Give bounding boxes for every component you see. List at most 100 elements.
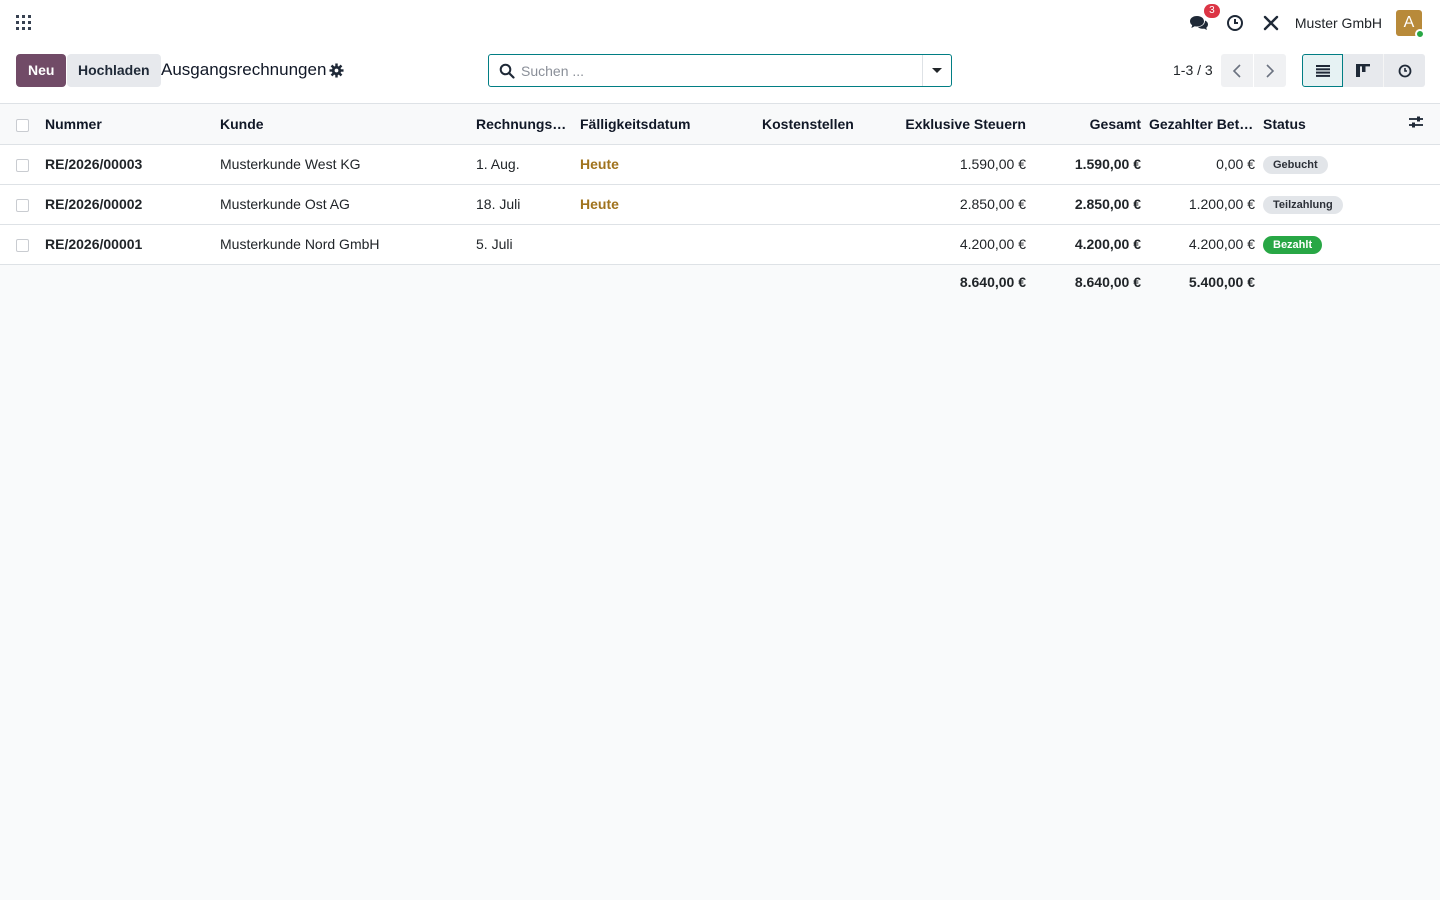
select-all-checkbox[interactable] bbox=[16, 118, 29, 132]
gear-icon[interactable] bbox=[329, 63, 344, 78]
activity-clock-icon[interactable] bbox=[1223, 11, 1247, 35]
invoice-table: Nummer Kunde Rechnungsdatum Fälligkeitsd… bbox=[0, 104, 1440, 300]
status-badge: Bezahlt bbox=[1263, 235, 1323, 254]
header-number[interactable]: Nummer bbox=[41, 104, 216, 145]
row-checkbox[interactable] bbox=[16, 198, 29, 212]
cell-customer: Musterkunde Nord GmbH bbox=[220, 236, 380, 252]
select-all-cell bbox=[0, 104, 41, 145]
new-button[interactable]: Neu bbox=[16, 54, 67, 87]
row-select-cell bbox=[0, 144, 41, 184]
total-gesamt: 8.640,00 € bbox=[1074, 274, 1141, 291]
cell-untaxed: 1.590,00 € bbox=[959, 156, 1026, 172]
top-navbar: 3 Muster GmbH A bbox=[0, 0, 1440, 46]
cell-untaxed: 2.850,00 € bbox=[959, 196, 1026, 212]
cell-customer: Musterkunde West KG bbox=[220, 156, 361, 172]
apps-menu-icon[interactable] bbox=[14, 13, 34, 33]
activity-view-button[interactable] bbox=[1384, 54, 1425, 87]
total-untaxed: 8.640,00 € bbox=[959, 274, 1026, 291]
cell-total: 1.590,00 € bbox=[1074, 156, 1141, 172]
header-customer[interactable]: Kunde bbox=[216, 104, 472, 145]
status-badge: Teilzahlung bbox=[1263, 195, 1343, 214]
table-row[interactable]: RE/2026/00001 Musterkunde Nord GmbH 5. J… bbox=[0, 224, 1440, 264]
pager-next-button[interactable] bbox=[1254, 54, 1286, 87]
cell-untaxed: 4.200,00 € bbox=[959, 236, 1026, 252]
view-switcher bbox=[1302, 54, 1425, 87]
cell-spacer bbox=[1404, 144, 1440, 184]
table-row[interactable]: RE/2026/00002 Musterkunde Ost AG 18. Jul… bbox=[0, 184, 1440, 224]
optional-columns-cell bbox=[1404, 104, 1440, 145]
header-paid[interactable]: Gezahlter Betrag bbox=[1145, 104, 1259, 145]
page-title: Ausgangsrechnungen bbox=[161, 60, 327, 79]
cell-customer: Musterkunde Ost AG bbox=[220, 196, 350, 212]
totals-row: 8.640,00 € 8.640,00 € 5.400,00 € bbox=[0, 264, 1440, 300]
cell-number: RE/2026/00002 bbox=[45, 196, 143, 212]
table-row[interactable]: RE/2026/00003 Musterkunde West KG 1. Aug… bbox=[0, 144, 1440, 184]
cell-total: 4.200,00 € bbox=[1074, 236, 1141, 252]
header-invoice-date[interactable]: Rechnungsdatum bbox=[472, 104, 576, 145]
cell-paid: 0,00 € bbox=[1216, 156, 1255, 172]
search-options-toggle[interactable] bbox=[922, 55, 951, 86]
cell-invoice-date: 18. Juli bbox=[476, 196, 521, 212]
search-input[interactable] bbox=[521, 60, 911, 82]
cell-number: RE/2026/00003 bbox=[45, 156, 143, 172]
cell-status: Gebucht bbox=[1259, 144, 1404, 184]
invoice-list: Nummer Kunde Rechnungsdatum Fälligkeitsd… bbox=[0, 104, 1440, 300]
pager-previous-button[interactable] bbox=[1221, 54, 1253, 87]
cell-spacer bbox=[1404, 184, 1440, 224]
cell-paid: 1.200,00 € bbox=[1188, 196, 1255, 212]
totals-spacer bbox=[758, 264, 880, 300]
row-checkbox[interactable] bbox=[16, 238, 29, 252]
cell-due-date bbox=[576, 224, 758, 264]
row-checkbox[interactable] bbox=[16, 158, 29, 172]
totals-spacer bbox=[0, 264, 41, 300]
row-select-cell bbox=[0, 184, 41, 224]
control-panel: Neu Hochladen Ausgangsrechnungen 1-3 / 3 bbox=[0, 46, 1440, 104]
user-avatar[interactable]: A bbox=[1396, 10, 1425, 39]
total-paid: 5.400,00 € bbox=[1188, 274, 1255, 291]
cell-paid: 4.200,00 € bbox=[1188, 236, 1255, 252]
avatar-letter: A bbox=[1403, 14, 1415, 31]
totals-spacer bbox=[472, 264, 576, 300]
online-status-dot bbox=[1415, 29, 1425, 39]
cell-status: Bezahlt bbox=[1259, 224, 1404, 264]
cell-due-date: Heute bbox=[580, 196, 619, 212]
caret-down-icon bbox=[932, 68, 942, 73]
pager-value[interactable]: 1-3 / 3 bbox=[1173, 62, 1213, 78]
search-icon bbox=[499, 63, 515, 79]
header-untaxed[interactable]: Exklusive Steuern bbox=[880, 104, 1030, 145]
cell-cost-centers bbox=[758, 184, 880, 224]
row-select-cell bbox=[0, 224, 41, 264]
search-bar bbox=[488, 54, 952, 87]
optional-columns-icon[interactable] bbox=[1408, 115, 1424, 129]
totals-spacer bbox=[41, 264, 216, 300]
header-cost-centers[interactable]: Kostenstellen bbox=[758, 104, 880, 145]
cell-cost-centers bbox=[758, 144, 880, 184]
status-badge: Gebucht bbox=[1263, 155, 1328, 174]
cell-spacer bbox=[1404, 224, 1440, 264]
cell-invoice-date: 5. Juli bbox=[476, 236, 513, 252]
chevron-right-icon bbox=[1266, 63, 1275, 78]
totals-spacer bbox=[216, 264, 472, 300]
clock-icon bbox=[1398, 64, 1411, 77]
upload-button[interactable]: Hochladen bbox=[67, 54, 161, 87]
header-due-date[interactable]: Fälligkeitsdatum bbox=[576, 104, 758, 145]
totals-spacer bbox=[1259, 264, 1404, 300]
messages-icon[interactable]: 3 bbox=[1187, 4, 1220, 35]
cell-due-date: Heute bbox=[580, 156, 619, 172]
list-icon bbox=[1315, 64, 1330, 77]
systray: 3 Muster GmbH A bbox=[1187, 0, 1440, 46]
kanban-icon bbox=[1356, 64, 1370, 77]
company-switcher[interactable]: Muster GmbH bbox=[1295, 15, 1382, 31]
header-total[interactable]: Gesamt bbox=[1030, 104, 1145, 145]
debug-tools-icon[interactable] bbox=[1259, 11, 1283, 35]
totals-spacer bbox=[1404, 264, 1440, 300]
cell-invoice-date: 1. Aug. bbox=[476, 156, 520, 172]
chevron-left-icon bbox=[1232, 63, 1241, 78]
cell-number: RE/2026/00001 bbox=[45, 236, 143, 252]
messages-count-badge: 3 bbox=[1203, 4, 1220, 18]
cell-status: Teilzahlung bbox=[1259, 184, 1404, 224]
kanban-view-button[interactable] bbox=[1343, 54, 1384, 87]
cell-total: 2.850,00 € bbox=[1074, 196, 1141, 212]
header-status[interactable]: Status bbox=[1259, 104, 1404, 145]
list-view-button[interactable] bbox=[1302, 54, 1343, 87]
